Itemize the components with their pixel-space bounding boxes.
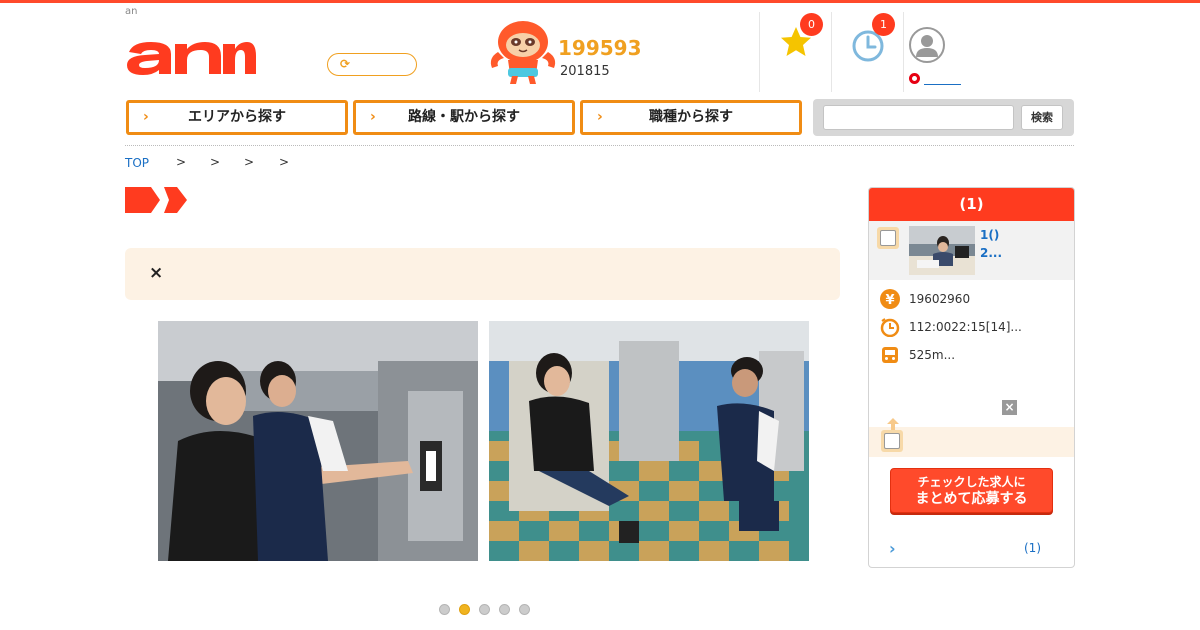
panel-title: (1) — [869, 188, 1074, 221]
svg-text:¥: ¥ — [885, 293, 894, 308]
job-card: 1() 2... — [869, 221, 1074, 280]
remove-job-close-icon[interactable]: × — [1002, 400, 1017, 415]
notice-banner: × — [125, 248, 840, 300]
refresh-button[interactable]: ⟳ — [327, 53, 417, 76]
header-divider — [903, 12, 904, 92]
checkbox-box — [880, 230, 896, 246]
carousel-dot[interactable] — [519, 604, 530, 615]
breadcrumb-separator: > — [210, 155, 221, 169]
chevron-right-icon: › — [143, 109, 149, 125]
job-count-sub: 201815 — [560, 64, 610, 79]
search-input[interactable] — [823, 105, 1014, 130]
yen-icon: ¥ — [880, 289, 900, 309]
train-icon — [882, 347, 898, 363]
search-by-job-button[interactable]: › 職種から探す — [580, 100, 802, 135]
hours-text: 112:0022:15[14]... — [909, 320, 1022, 334]
divider — [125, 145, 1074, 146]
site-tagline: an — [125, 6, 138, 17]
keyword-search-box: 検索 — [813, 99, 1074, 136]
checkbox-box — [884, 433, 900, 449]
select-all-checkbox[interactable] — [881, 430, 903, 452]
breadcrumb-separator: > — [244, 155, 255, 169]
carousel-dot[interactable] — [439, 604, 450, 615]
job-title-line1[interactable]: 1() — [980, 228, 999, 242]
carousel-dot[interactable] — [479, 604, 490, 615]
job-count-main: 199593 — [558, 36, 642, 60]
job-checkbox[interactable] — [877, 227, 899, 249]
chevron-right-icon: › — [597, 109, 603, 125]
clock-icon — [880, 318, 900, 337]
history-count-badge: 1 — [872, 13, 895, 36]
carousel-dot[interactable] — [499, 604, 510, 615]
top-accent-line — [0, 0, 1200, 3]
chevron-right-icon[interactable]: › — [889, 539, 896, 558]
carousel-dot-active[interactable] — [459, 604, 470, 615]
apply-checked-jobs-button[interactable]: チェックした求人に まとめて応募する — [890, 468, 1053, 513]
login-status-icon — [909, 73, 920, 84]
select-all-row — [869, 418, 1074, 457]
sloth-mascot — [490, 21, 556, 84]
breadcrumb-top-link[interactable]: TOP — [125, 156, 149, 170]
header-divider — [831, 12, 832, 92]
salary-text: 19602960 — [909, 292, 971, 306]
checked-list-link[interactable]: (1) — [1024, 541, 1041, 555]
gym-photo-2[interactable] — [489, 321, 809, 561]
checked-jobs-panel: (1) 1() 2... ¥ 19602960 112:0022:15[14].… — [868, 187, 1075, 568]
breadcrumb-separator: > — [176, 155, 187, 169]
search-by-area-button[interactable]: › エリアから探す — [126, 100, 348, 135]
refresh-icon: ⟳ — [340, 57, 351, 71]
arrow-up-icon — [887, 418, 899, 430]
job-thumbnail[interactable] — [909, 226, 975, 275]
search-button[interactable]: 検索 — [1021, 105, 1063, 130]
gym-photo-1[interactable] — [158, 321, 478, 561]
title-arrow-mark — [125, 187, 187, 213]
close-icon[interactable]: × — [149, 263, 163, 283]
favorites-count-badge: 0 — [800, 13, 823, 36]
access-text: 525m... — [909, 348, 956, 362]
chevron-right-icon: › — [370, 109, 376, 125]
user-avatar-icon[interactable] — [909, 27, 945, 63]
breadcrumb-separator: > — [279, 155, 290, 169]
job-title-line2[interactable]: 2... — [980, 246, 1002, 260]
header-divider — [759, 12, 760, 92]
search-by-route-button[interactable]: › 路線・駅から探す — [353, 100, 575, 135]
login-link[interactable] — [924, 84, 961, 85]
an-logo[interactable]: an — [125, 38, 256, 76]
